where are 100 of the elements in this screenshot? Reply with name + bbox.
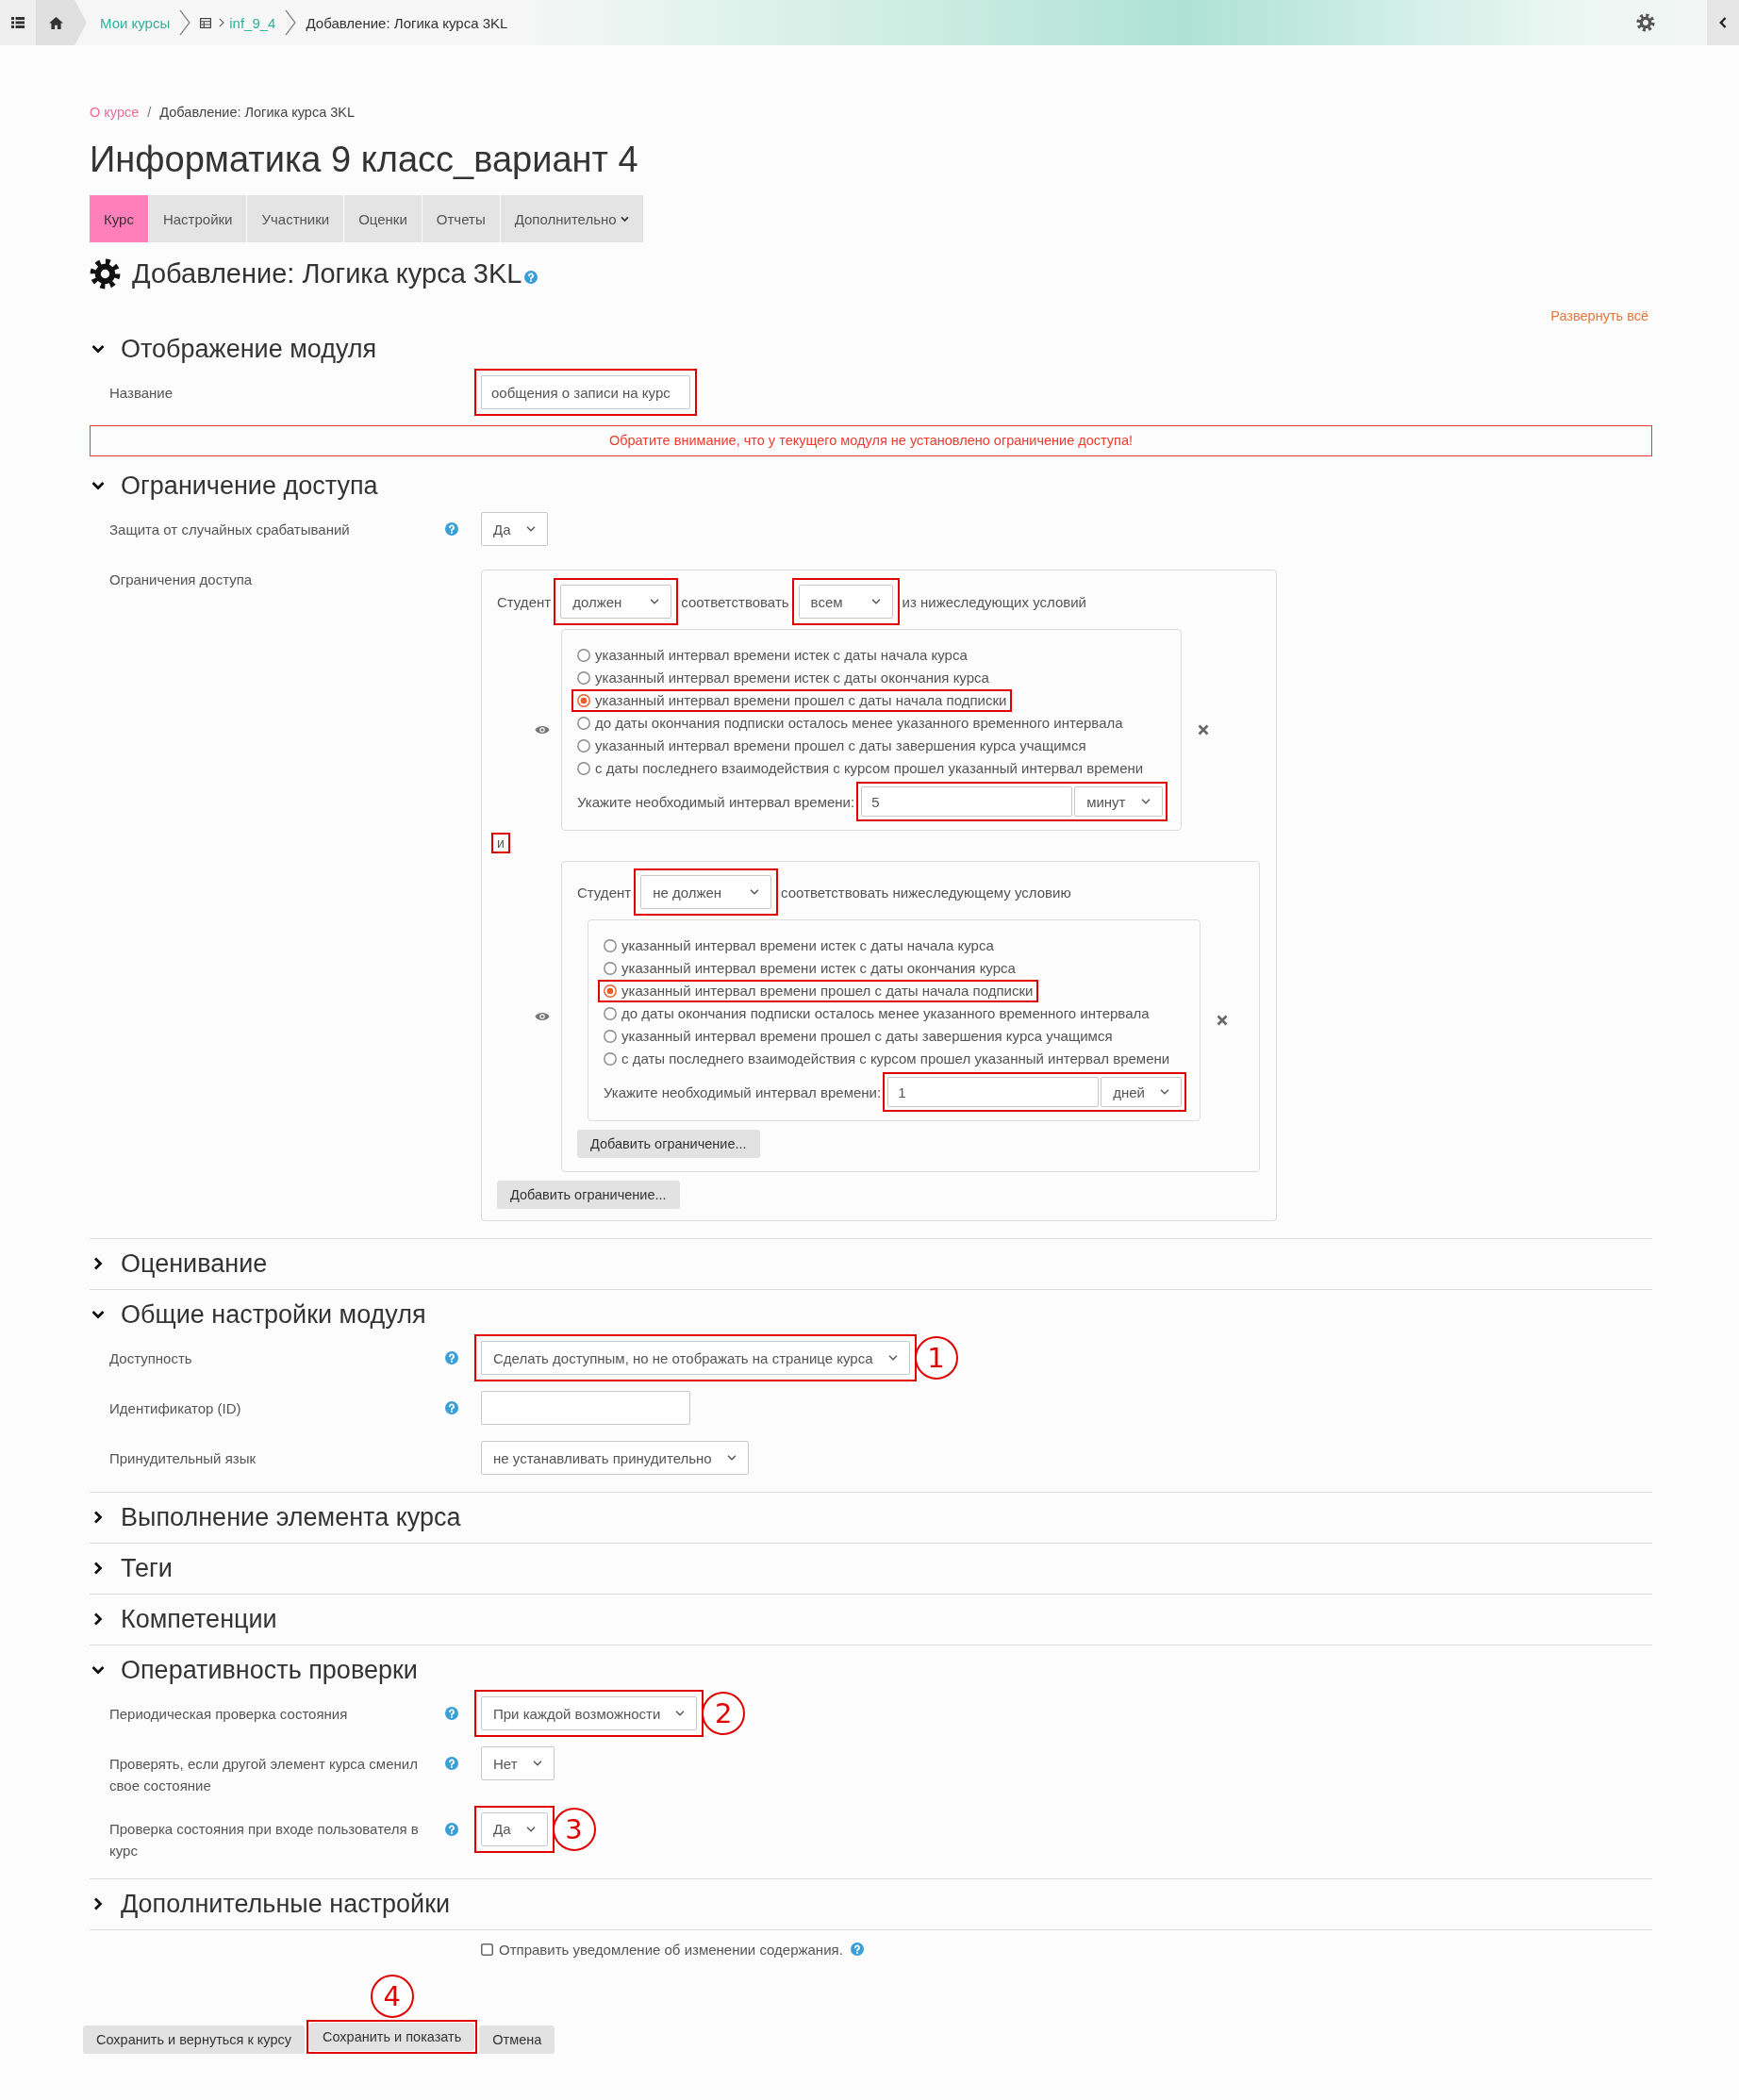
field-label: Проверка состояния при входе пользователя в курс <box>109 1820 420 1860</box>
form-button[interactable]: Сохранить и вернуться к курсу <box>83 2026 305 2054</box>
drawer-toggle-button[interactable] <box>1707 0 1739 45</box>
form-button[interactable]: Отмена <box>479 2026 555 2054</box>
home-button[interactable] <box>36 0 87 45</box>
close-icon[interactable] <box>1216 1015 1228 1026</box>
select-field[interactable]: Да <box>481 1811 548 1846</box>
radio-option[interactable]: указанный интервал времени прошел с даты начала подписки <box>604 982 1034 1000</box>
warning-notice: Обратите внимание, что у текущего модуля не установлено ограничение доступа! <box>90 425 1652 456</box>
radio-option[interactable]: до даты окончания подписки осталось менее указанного временного интервала <box>604 1004 1150 1023</box>
rule-text: соответствовать нижеследующему условию <box>781 884 1071 901</box>
section-heading[interactable]: Дополнительные настройки <box>90 1889 1652 1919</box>
radio-option[interactable]: с даты последнего взаимодействия с курсом прошел указанный интервал времени <box>604 1050 1170 1068</box>
eye-icon[interactable] <box>535 1012 550 1021</box>
caret-icon <box>887 1355 898 1361</box>
caret-icon <box>870 599 881 604</box>
menu-icon <box>11 17 25 28</box>
caret-icon <box>750 889 760 895</box>
caret-icon <box>1159 1089 1169 1095</box>
page-heading: Добавление: Логика курса 3KL <box>132 257 522 290</box>
select-field[interactable]: Сделать доступным, но не отображать на странице курса <box>481 1341 910 1375</box>
field-label: Укажите необходимый интервал времени: <box>577 793 855 810</box>
home-icon <box>48 16 63 29</box>
radio-option[interactable]: указанный интервал времени истек с даты окончания курса <box>577 669 989 687</box>
rule-text: из нижеследующих условий <box>902 593 1086 610</box>
operator-label: и <box>497 835 505 851</box>
table-icon <box>200 17 212 28</box>
field-label: Идентификатор (ID) <box>109 1398 242 1418</box>
section-heading[interactable]: Оценивание <box>90 1248 1652 1279</box>
breadcrumb-current: Добавление: Логика курса 3KL <box>306 14 508 31</box>
field-label: Защита от случайных срабатываний <box>109 520 351 539</box>
text-field[interactable]: 5 <box>861 786 1073 817</box>
radio-option[interactable]: с даты последнего взаимодействия с курсом прошел указанный интервал времени <box>577 759 1144 778</box>
breadcrumb-separator-icon <box>285 9 297 36</box>
help-icon[interactable] <box>444 1707 458 1720</box>
section-heading[interactable]: Теги <box>90 1553 1652 1583</box>
field-label: Название <box>109 383 174 403</box>
radio-option[interactable]: указанный интервал времени истек с даты окончания курса <box>604 959 1016 978</box>
help-icon[interactable] <box>850 1943 864 1956</box>
breadcrumb-current: Добавление: Логика курса 3KL <box>159 104 356 121</box>
radio-option[interactable]: указанный интервал времени прошел с даты завершения курса учащимся <box>604 1027 1113 1046</box>
field-label: Проверять, если другой элемент курса сменил свое состояние <box>109 1754 419 1795</box>
select-field[interactable]: минут <box>1074 786 1163 817</box>
radio-option[interactable]: указанный интервал времени истек с даты начала курса <box>577 646 968 665</box>
field-label: Принудительный язык <box>109 1448 257 1468</box>
callout-number: 2 <box>702 1692 746 1735</box>
help-icon[interactable] <box>444 522 458 536</box>
tab[interactable]: Отчеты <box>422 195 500 242</box>
caret-icon <box>675 1711 686 1716</box>
select-field[interactable]: Нет <box>481 1746 555 1780</box>
text-field[interactable] <box>481 1391 690 1425</box>
menu-button[interactable] <box>0 0 36 45</box>
add-restriction-button[interactable]: Добавить ограничение... <box>577 1130 760 1158</box>
select-field[interactable]: всем <box>798 585 893 619</box>
help-icon[interactable] <box>444 1401 458 1414</box>
select-field[interactable]: Да <box>481 512 548 546</box>
section-heading[interactable]: Выполнение элемента курса <box>90 1502 1652 1532</box>
select-field[interactable]: При каждой возможности <box>481 1696 698 1730</box>
select-field[interactable]: не должен <box>640 875 772 909</box>
field-label: Ограничения доступа <box>109 570 254 589</box>
close-icon[interactable] <box>1197 724 1209 736</box>
radio-option[interactable]: указанный интервал времени прошел с даты завершения курса учащимся <box>577 736 1086 755</box>
radio-option[interactable]: указанный интервал времени прошел с даты начала подписки <box>577 691 1007 710</box>
tab[interactable]: Дополнительно <box>500 195 643 242</box>
tab[interactable]: Настройки <box>148 195 247 242</box>
course-title: Информатика 9 класс_вариант 4 <box>90 139 639 181</box>
section-heading[interactable]: Компетенции <box>90 1604 1652 1634</box>
section-heading[interactable]: Общие настройки модуля <box>90 1299 1652 1330</box>
notify-checkbox[interactable]: Отправить уведомление об изменении содержания. <box>481 1941 843 1958</box>
caret-icon <box>525 1826 536 1832</box>
section-heading[interactable]: Отображение модуля <box>90 334 1652 364</box>
radio-option[interactable]: указанный интервал времени истек с даты начала курса <box>604 936 994 955</box>
help-icon[interactable] <box>444 1757 458 1770</box>
select-field[interactable]: должен <box>560 585 672 619</box>
select-field[interactable]: не устанавливать принудительно <box>481 1441 749 1475</box>
text-field[interactable]: ообщения о записи на курс <box>481 375 690 409</box>
caret-icon <box>726 1455 737 1461</box>
eye-icon[interactable] <box>535 725 550 735</box>
section-heading[interactable]: Ограничение доступа <box>90 471 1652 501</box>
tab[interactable]: Участники <box>247 195 344 242</box>
add-restriction-button[interactable]: Добавить ограничение... <box>497 1181 680 1209</box>
callout-number: 1 <box>914 1336 958 1380</box>
section-heading[interactable]: Оперативность проверки <box>90 1655 1652 1685</box>
form-button[interactable]: Сохранить и показать <box>309 2023 475 2051</box>
caret-icon <box>525 526 536 532</box>
help-icon[interactable] <box>444 1351 458 1364</box>
text-field[interactable]: 1 <box>887 1077 1100 1107</box>
breadcrumb-separator-icon <box>179 9 191 36</box>
rule-text: Студент <box>577 884 632 901</box>
radio-option[interactable]: до даты окончания подписки осталось менее указанного временного интервала <box>577 714 1123 733</box>
settings-icon <box>1636 13 1655 32</box>
tab[interactable]: Оценки <box>344 195 422 242</box>
callout-number: 3 <box>552 1807 596 1851</box>
callout-number: 4 <box>370 1975 414 2018</box>
select-field[interactable]: дней <box>1101 1077 1182 1107</box>
tab[interactable]: Курс <box>90 195 148 242</box>
field-label: Доступность <box>109 1348 193 1368</box>
help-icon[interactable] <box>444 1822 458 1836</box>
help-icon[interactable] <box>524 271 538 284</box>
caret-icon <box>1140 799 1151 804</box>
